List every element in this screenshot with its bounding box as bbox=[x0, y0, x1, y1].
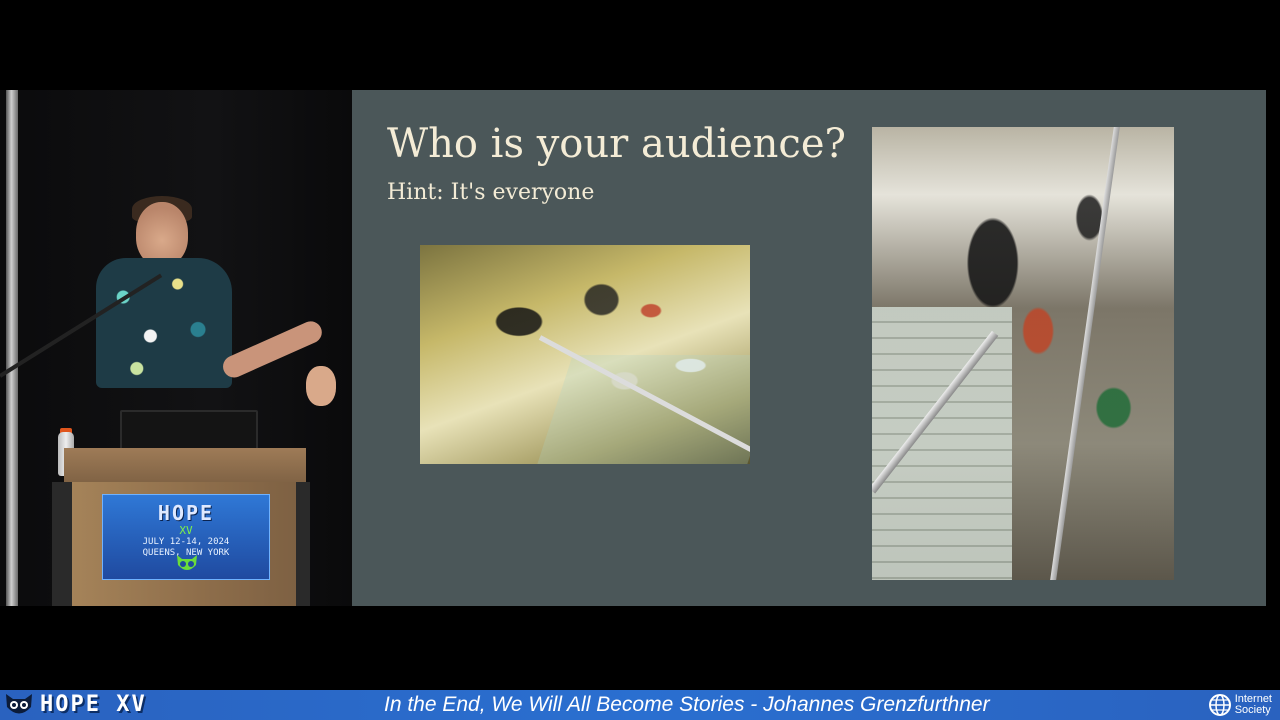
slide-subtitle: Hint: It's everyone bbox=[387, 180, 595, 205]
owl-icon bbox=[6, 694, 32, 714]
sponsor-name: Internet Society bbox=[1235, 694, 1272, 716]
sponsor-name-line2: Society bbox=[1234, 704, 1271, 716]
sponsor-logo: Internet Society bbox=[1208, 691, 1272, 719]
hope-logo: HOPE XV bbox=[4, 690, 147, 720]
lower-third-banner: HOPE XV In the End, We Will All Become S… bbox=[0, 690, 1280, 720]
glass-steps bbox=[872, 307, 1012, 580]
globe-icon bbox=[1208, 694, 1231, 716]
stage-camera-view: HOPE XV JULY 12-14, 2024 QUEENS, NEW YOR… bbox=[0, 90, 352, 606]
owl-icon bbox=[177, 555, 197, 570]
presentation-slide: Who is your audience? Hint: It's everyon… bbox=[352, 90, 1266, 606]
podium-sign-edition: XV bbox=[179, 524, 193, 537]
talk-title: In the End, We Will All Become Stories -… bbox=[384, 693, 990, 716]
curtain-pole bbox=[6, 90, 18, 606]
store-crowd-photo bbox=[420, 245, 750, 464]
hope-logo-text: HOPE XV bbox=[40, 692, 147, 717]
speaker-head bbox=[136, 202, 188, 266]
podium-sign-title: HOPE bbox=[157, 501, 215, 525]
glass-wall bbox=[1050, 127, 1120, 580]
glass-railing bbox=[527, 355, 750, 464]
glass-staircase-photo bbox=[872, 127, 1174, 580]
video-frame: HOPE XV JULY 12-14, 2024 QUEENS, NEW YOR… bbox=[0, 0, 1280, 720]
podium-sign-dates: JULY 12-14, 2024 bbox=[142, 537, 230, 547]
slide-title: Who is your audience? bbox=[387, 121, 846, 167]
speaker-shirt bbox=[96, 258, 232, 388]
speaker-hand bbox=[306, 366, 336, 406]
podium-top bbox=[64, 448, 306, 484]
podium-sign: HOPE XV JULY 12-14, 2024 QUEENS, NEW YOR… bbox=[102, 494, 270, 580]
